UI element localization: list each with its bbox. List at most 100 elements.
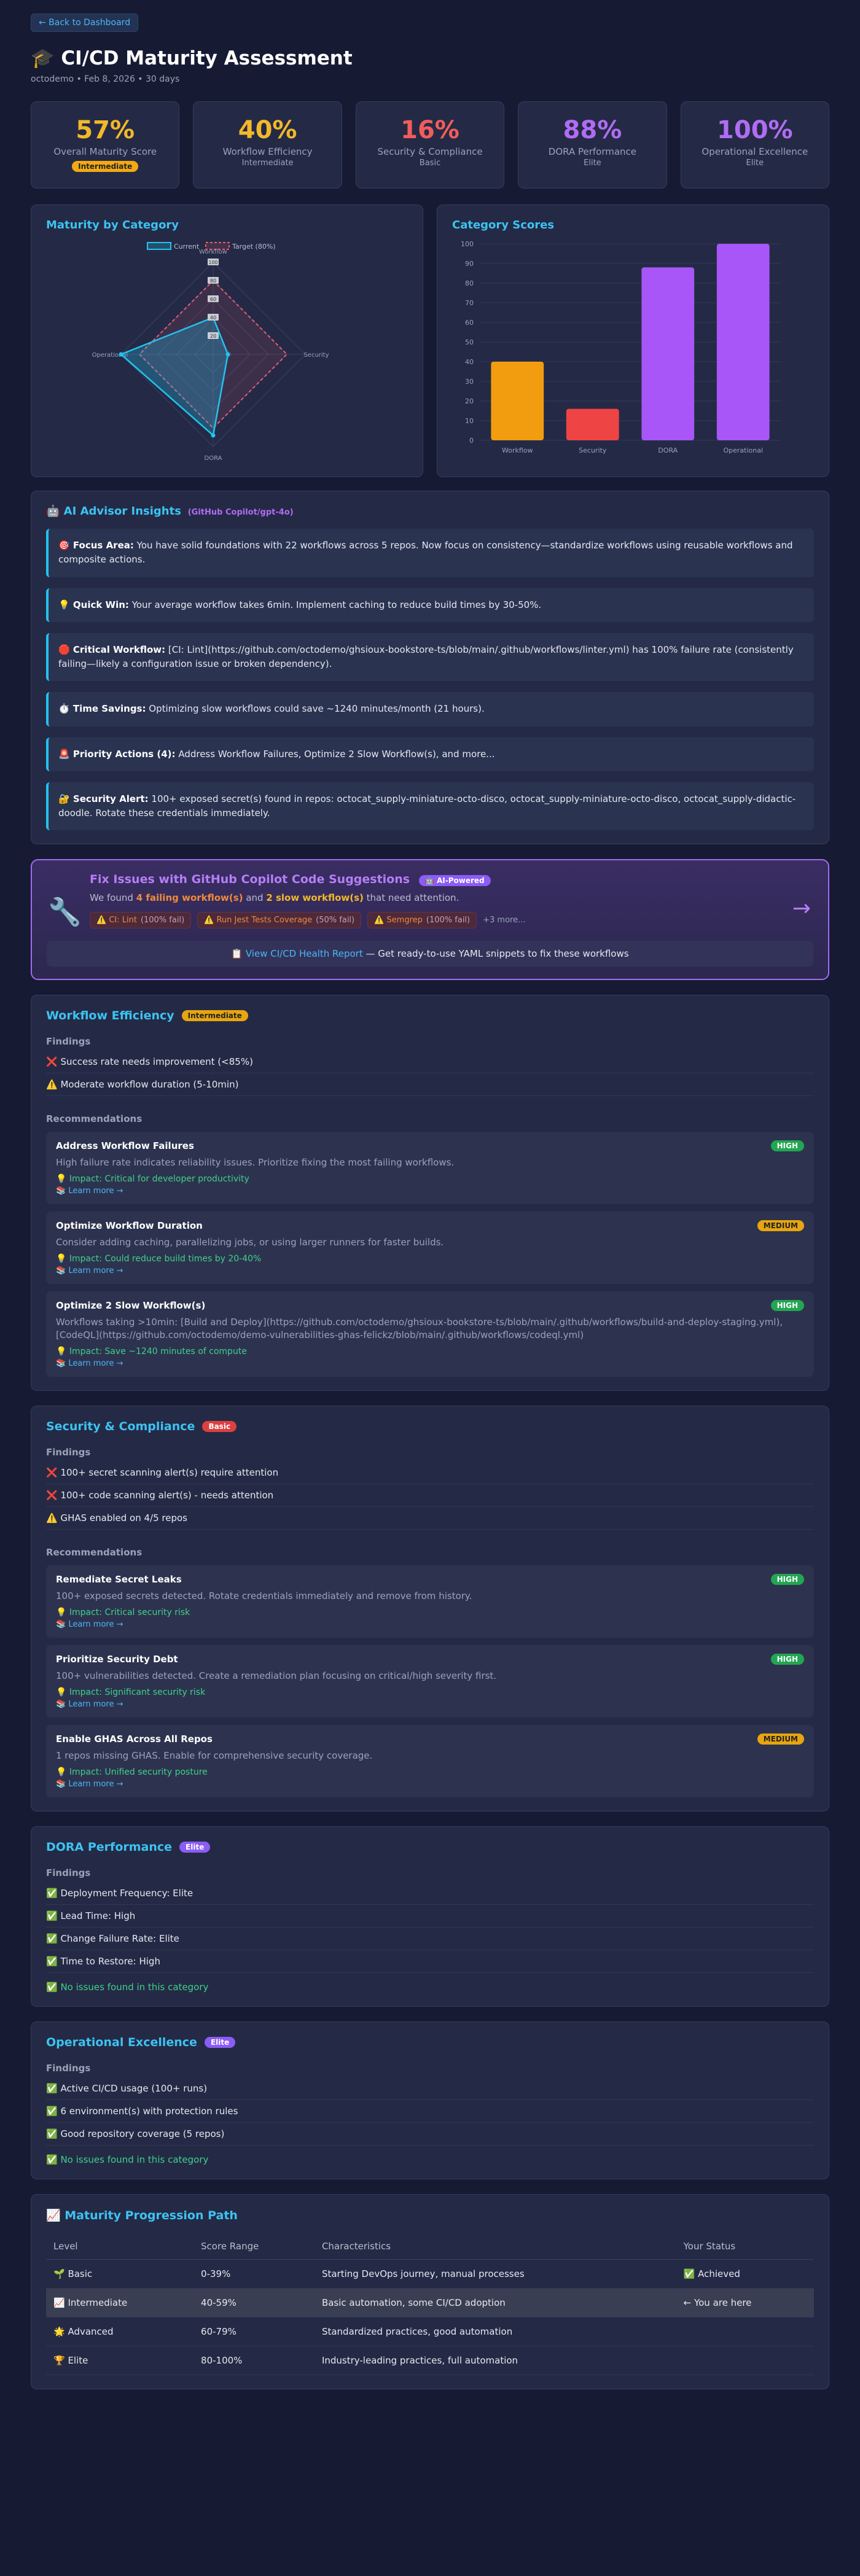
recommendations-heading: Recommendations xyxy=(46,1547,143,1558)
score-card: 57% Overall Maturity Score Intermediate xyxy=(31,101,180,189)
failing-workflow-chip[interactable]: ⚠️ Run Jest Tests Coverage (50% fail) xyxy=(197,912,362,929)
insight-text: Address Workflow Failures, Optimize 2 Sl… xyxy=(175,748,495,760)
legend-current-label: Current xyxy=(174,243,200,251)
category-section: Operational Excellence Elite Findings ✅ Act… xyxy=(31,2021,829,2180)
col-your-status: Your Status xyxy=(676,2233,814,2260)
score-label: Overall Maturity Score xyxy=(53,146,157,157)
category-title: Security & Compliance xyxy=(46,1420,195,1434)
recommendation-impact: 💡 Impact: Unified security posture xyxy=(56,1767,208,1778)
recommendation-title: Optimize Workflow Duration xyxy=(56,1220,203,1232)
bar-chart-title: Category Scores xyxy=(452,219,555,232)
category-sections: Workflow Efficiency Intermediate Findings ❌… xyxy=(31,995,829,2180)
learn-more-link[interactable]: 📚 Learn more → xyxy=(56,1186,804,1196)
score-range-cell: 60-79% xyxy=(194,2317,315,2347)
recommendation-impact: 💡 Impact: Could reduce build times by 20… xyxy=(56,1254,262,1264)
copilot-desc-post: that need attention. xyxy=(363,892,459,904)
finding-item: ❌ 100+ secret scanning alert(s) require … xyxy=(46,1461,814,1485)
ai-advisor-model: (GitHub Copilot/gpt-4o) xyxy=(187,508,294,517)
level-cell: 📈 Intermediate xyxy=(46,2288,194,2318)
recommendation-title: Optimize 2 Slow Workflow(s) xyxy=(56,1300,206,1312)
recommendation-title: Enable GHAS Across All Repos xyxy=(56,1734,213,1745)
learn-more-link[interactable]: 📚 Learn more → xyxy=(56,1266,804,1275)
insight-text: You have solid foundations with 22 workf… xyxy=(58,540,793,566)
bar-x-tick-label: Workflow xyxy=(502,446,533,454)
ai-advisor-insights: 🎯 Focus Area: You have solid foundations… xyxy=(46,529,814,831)
more-failures-link[interactable]: +3 more... xyxy=(483,916,525,925)
category-section: Security & Compliance Basic Findings ❌ 100+… xyxy=(31,1406,829,1812)
bar-workflow xyxy=(491,362,544,440)
score-range-cell: 40-59% xyxy=(194,2288,315,2318)
priority-badge: HIGH xyxy=(770,1654,804,1665)
bar-x-tick-label: DORA xyxy=(658,446,678,454)
category-level-badge: Elite xyxy=(204,2037,236,2049)
radar-tick-label: 80 xyxy=(210,278,216,284)
insight-heading: ⏱️ Time Savings: xyxy=(58,703,146,715)
ai-advisor-title: 🤖 AI Advisor Insights xyxy=(46,505,181,518)
score-value: 100% xyxy=(717,116,793,144)
advisor-insight: 🎯 Focus Area: You have solid foundations… xyxy=(46,529,814,577)
score-label: Operational Excellence xyxy=(702,146,808,157)
finding-item: ✅ Time to Restore: High xyxy=(46,1950,814,1974)
back-to-dashboard-button[interactable]: ← Back to Dashboard xyxy=(31,14,139,32)
category-title: Operational Excellence xyxy=(46,2036,197,2050)
bar-x-tick-label: Security xyxy=(579,446,607,454)
category-header: DORA Performance Elite xyxy=(46,1840,814,1854)
recommendation-impact: 💡 Impact: Critical security risk xyxy=(56,1608,190,1618)
characteristics-cell: Industry-leading practices, full automat… xyxy=(314,2346,676,2376)
score-label: DORA Performance xyxy=(548,146,637,157)
chip-fail-rate: (50% fail) xyxy=(316,916,355,925)
score-cards: 57% Overall Maturity Score Intermediate 40%… xyxy=(31,101,830,189)
recommendation-card: Remediate Secret Leaks HIGH 100+ exposed s… xyxy=(46,1565,814,1638)
insight-heading: 🚨 Priority Actions (4): xyxy=(58,748,176,760)
insight-text: [CI: Lint](https://github.com/octodemo/g… xyxy=(58,644,794,669)
score-value: 16% xyxy=(401,116,459,144)
bar-x-tick-label: Operational xyxy=(723,446,763,454)
recommendation-title: Address Workflow Failures xyxy=(56,1140,194,1152)
radar-current-point xyxy=(225,352,230,357)
progression-title: 📈 Maturity Progression Path xyxy=(46,2209,238,2223)
level-cell: 🏆 Elite xyxy=(46,2346,194,2376)
health-report-link-desc: — Get ready-to-use YAML snippets to fix … xyxy=(362,948,629,960)
characteristics-cell: Starting DevOps journey, manual processe… xyxy=(314,2259,676,2289)
learn-more-link[interactable]: 📚 Learn more → xyxy=(56,1620,804,1629)
progression-row: 📈 Intermediate 40-59% Basic automation, so… xyxy=(46,2288,814,2318)
category-section: Workflow Efficiency Intermediate Findings ❌… xyxy=(31,995,829,1391)
arrow-right-icon[interactable]: → xyxy=(792,896,811,921)
health-report-link[interactable]: View CI/CD Health Report xyxy=(246,948,363,959)
insight-text: 100+ exposed secret(s) found in repos: o… xyxy=(58,793,796,819)
priority-badge: MEDIUM xyxy=(757,1220,804,1232)
progression-row: 🌱 Basic 0-39% Starting DevOps journey, man… xyxy=(46,2259,814,2289)
finding-item: ✅ Active CI/CD usage (100+ runs) xyxy=(46,2077,814,2101)
learn-more-link[interactable]: 📚 Learn more → xyxy=(56,1780,804,1789)
col-score-range: Score Range xyxy=(194,2233,315,2260)
no-issues-message: ✅ No issues found in this category xyxy=(46,1982,209,1993)
finding-item: ✅ Lead Time: High xyxy=(46,1905,814,1928)
insight-heading: 🛑 Critical Workflow: xyxy=(58,644,166,655)
maturity-progression-panel: 📈 Maturity Progression Path Level Score … xyxy=(31,2194,829,2390)
bar-y-tick-label: 100 xyxy=(461,240,474,248)
wrench-icon: 🔧 xyxy=(48,897,82,928)
copilot-fix-panel[interactable]: 🔧 → Fix Issues with GitHub Copilot Code … xyxy=(31,859,829,981)
findings-heading: Findings xyxy=(46,1867,91,1879)
bar-y-tick-label: 0 xyxy=(469,437,474,445)
bar-y-tick-label: 20 xyxy=(465,397,474,405)
bar-security xyxy=(566,408,619,440)
learn-more-link[interactable]: 📚 Learn more → xyxy=(56,1700,804,1709)
failing-workflow-chip[interactable]: ⚠️ CI: Lint (100% fail) xyxy=(90,912,192,929)
legend-current-swatch xyxy=(147,242,171,250)
bar-dora xyxy=(641,267,695,440)
failing-workflow-chip[interactable]: ⚠️ Semgrep (100% fail) xyxy=(367,912,477,929)
bar-y-tick-label: 10 xyxy=(465,417,474,425)
characteristics-cell: Standardized practices, good automation xyxy=(314,2317,676,2347)
radar-tick-label: 20 xyxy=(210,333,216,339)
progression-table: Level Score Range Characteristics Your S… xyxy=(46,2233,814,2376)
category-level-badge: Intermediate xyxy=(181,1010,248,1022)
learn-more-link[interactable]: 📚 Learn more → xyxy=(56,1359,804,1368)
advisor-insight: ⏱️ Time Savings: Optimizing slow workflo… xyxy=(46,692,814,726)
score-badge: Intermediate xyxy=(72,161,139,172)
level-cell: 🌱 Basic xyxy=(46,2259,194,2289)
recommendation-impact: 💡 Impact: Save ~1240 minutes of compute xyxy=(56,1347,247,1357)
finding-item: ❌ Success rate needs improvement (<85%) xyxy=(46,1051,814,1074)
chip-fail-rate: (100% fail) xyxy=(140,916,185,925)
recommendation-impact: 💡 Impact: Significant security risk xyxy=(56,1687,206,1698)
